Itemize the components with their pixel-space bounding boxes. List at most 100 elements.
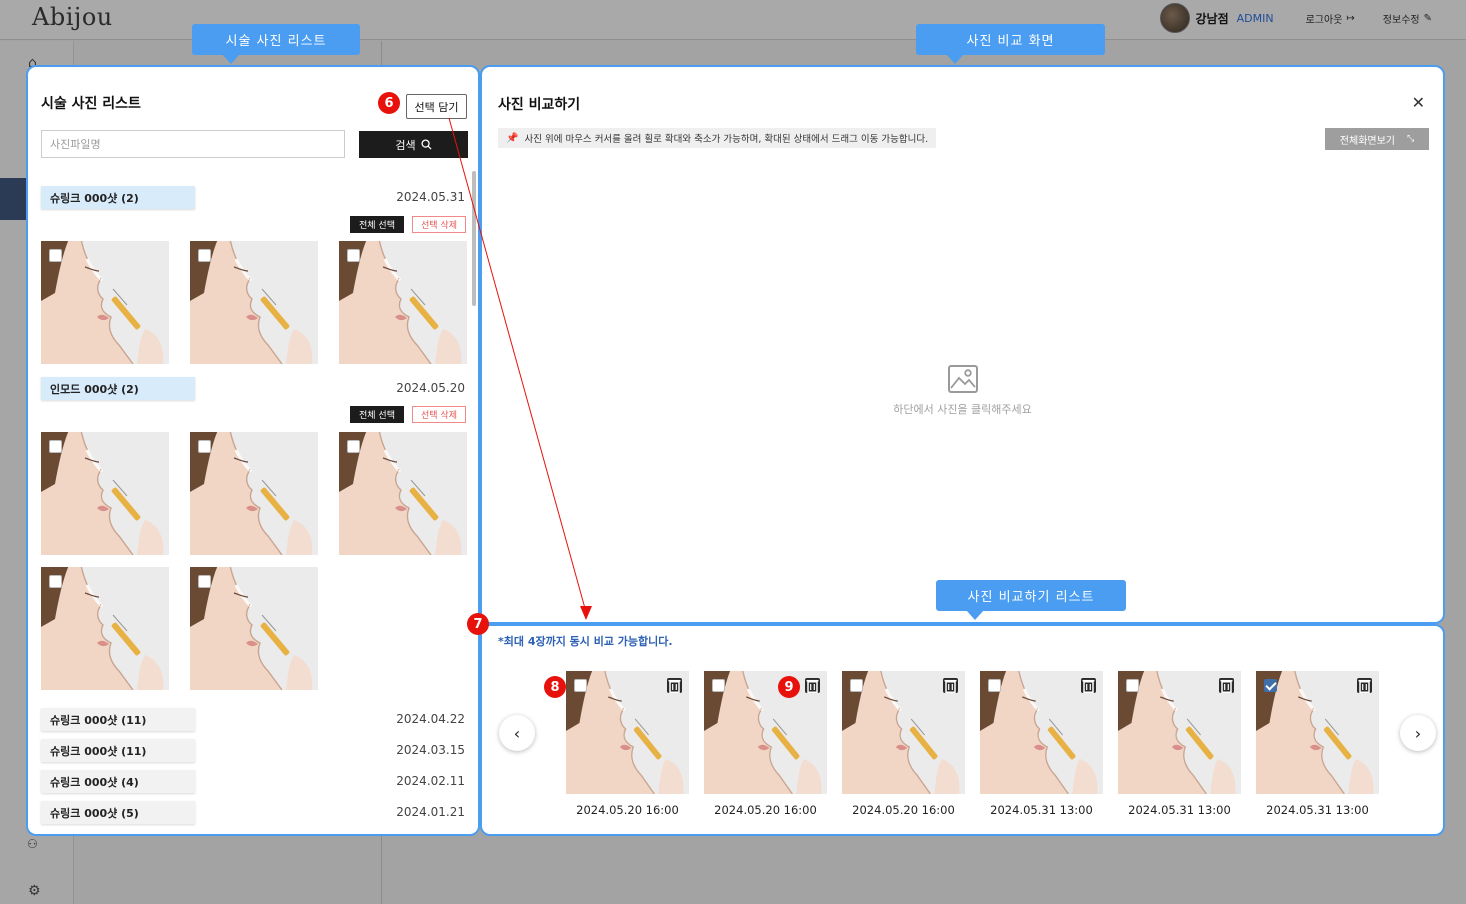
compare-list-item[interactable]: 2024.05.20 16:00 — [842, 671, 965, 817]
search-button[interactable]: 검색 — [359, 131, 468, 158]
branch-name: 강남점 — [1195, 11, 1229, 26]
photo-thumbnail[interactable] — [190, 241, 318, 364]
compare-list-item[interactable]: 2024.05.31 13:00 — [1118, 671, 1241, 817]
compare-checkbox[interactable] — [712, 679, 725, 692]
zoom-hint-text: 사진 위에 마우스 커서를 올려 휠로 확대와 축소가 가능하며, 확대된 상태… — [524, 134, 929, 145]
compare-panel: 사진 비교하기 ✕ 📌 사진 위에 마우스 커서를 올려 휠로 확대와 축소가 … — [480, 65, 1445, 624]
logout-link[interactable]: 로그아웃 ↦ — [1306, 11, 1355, 26]
logout-label: 로그아웃 — [1305, 14, 1343, 26]
image-icon — [947, 365, 978, 393]
chevron-left-icon[interactable]: ‹ — [499, 715, 535, 751]
photo-thumbnail[interactable] — [41, 432, 169, 555]
compare-list-item[interactable]: 2024.05.31 13:00 — [1256, 671, 1379, 817]
user-area: 강남점 ADMIN 로그아웃 ↦ 정보수정 ✎ — [1159, 3, 1447, 33]
pencil-icon: ✎ — [1423, 12, 1432, 24]
photo-checkbox[interactable] — [347, 440, 360, 453]
marker-7: 7 — [467, 613, 489, 635]
delete-selected-button[interactable]: 선택 삭제 — [412, 406, 466, 423]
compare-thumbnail[interactable] — [1118, 671, 1241, 794]
photo-checkbox[interactable] — [347, 249, 360, 262]
trash-icon[interactable] — [1081, 678, 1096, 693]
max-compare-note: *최대 4장까지 동시 비교 가능합니다. — [498, 635, 673, 648]
photo-list-panel: 시술 사진 리스트 선택 담기 검색 슈링크 000샷 (2) 2024.05.… — [26, 65, 480, 836]
marker-8: 8 — [544, 676, 566, 698]
user-role: ADMIN — [1236, 11, 1274, 25]
compare-checkbox[interactable] — [574, 679, 587, 692]
zoom-hint: 📌 사진 위에 마우스 커서를 올려 휠로 확대와 축소가 가능하며, 확대된 … — [498, 128, 937, 148]
fullscreen-button[interactable]: 전체화면보기 ⤡ — [1325, 128, 1429, 150]
compare-item-date: 2024.05.31 13:00 — [1266, 803, 1369, 817]
chevron-right-icon[interactable]: › — [1400, 715, 1436, 751]
trash-icon[interactable] — [1357, 678, 1372, 693]
compare-checkbox[interactable] — [850, 679, 863, 692]
callout-compare-list: 사진 비교하기 리스트 — [936, 580, 1126, 620]
search-icon — [421, 139, 432, 150]
compare-checkbox[interactable] — [1264, 679, 1277, 692]
compare-thumbnail[interactable] — [704, 671, 827, 794]
group-date: 2024.05.20 — [396, 381, 465, 395]
photo-thumbnail[interactable] — [41, 241, 169, 364]
group-date: 2024.03.15 — [396, 743, 465, 757]
avatar[interactable] — [1159, 3, 1190, 33]
photo-checkbox[interactable] — [198, 575, 211, 588]
group-tag[interactable]: 슈링크 000샷 (4) — [41, 770, 195, 793]
photo-thumbnail[interactable] — [339, 241, 467, 364]
group-tag[interactable]: 슈링크 000샷 (2) — [41, 186, 195, 209]
photo-thumbnail[interactable] — [41, 567, 169, 690]
photo-checkbox[interactable] — [198, 249, 211, 262]
compare-thumbnail[interactable] — [842, 671, 965, 794]
close-icon[interactable]: ✕ — [1412, 93, 1425, 112]
pin-icon: 📌 — [506, 132, 519, 144]
group-tag[interactable]: 슈링크 000샷 (11) — [41, 739, 195, 762]
gear-icon[interactable]: ⚙ — [28, 883, 41, 899]
compare-thumbnail[interactable] — [980, 671, 1103, 794]
group-tag[interactable]: 슈링크 000샷 (11) — [41, 708, 195, 731]
group-tag[interactable]: 인모드 000샷 (2) — [41, 377, 195, 400]
edit-info-link[interactable]: 정보수정 ✎ — [1383, 11, 1432, 26]
group-date: 2024.02.11 — [396, 774, 465, 788]
users-icon[interactable]: ⚇ — [27, 837, 38, 851]
logout-icon: ↦ — [1346, 12, 1355, 24]
callout-photo-list: 시술 사진 리스트 — [192, 24, 360, 64]
empty-state: 하단에서 사진을 클릭해주세요 — [482, 363, 1443, 417]
photo-thumbnail[interactable] — [339, 432, 467, 555]
compare-list-item[interactable]: 2024.05.31 13:00 — [980, 671, 1103, 817]
group-tag[interactable]: 슈링크 000샷 (5) — [41, 801, 195, 824]
photo-checkbox[interactable] — [198, 440, 211, 453]
trash-icon[interactable] — [805, 678, 820, 693]
group-date: 2024.01.21 — [396, 805, 465, 819]
scrollbar-thumb[interactable] — [472, 171, 476, 306]
search-label: 검색 — [395, 138, 416, 152]
compare-list-item[interactable]: 2024.05.20 16:00 — [704, 671, 827, 817]
callout-compare: 사진 비교 화면 — [916, 24, 1105, 64]
compare-thumbnail[interactable] — [1256, 671, 1379, 794]
compare-item-date: 2024.05.31 13:00 — [1128, 803, 1231, 817]
compare-list-item[interactable]: 2024.05.20 16:00 — [566, 671, 689, 817]
trash-icon[interactable] — [1219, 678, 1234, 693]
photo-checkbox[interactable] — [49, 249, 62, 262]
trash-icon[interactable] — [667, 678, 682, 693]
empty-text: 하단에서 사진을 클릭해주세요 — [893, 403, 1032, 416]
compare-list-panel: *최대 4장까지 동시 비교 가능합니다. ‹ › 2024.05.20 16:… — [480, 624, 1445, 836]
search-input[interactable] — [41, 130, 345, 158]
select-all-button[interactable]: 전체 선택 — [350, 406, 404, 423]
select-all-button[interactable]: 전체 선택 — [350, 216, 404, 233]
compare-item-date: 2024.05.20 16:00 — [576, 803, 679, 817]
photo-checkbox[interactable] — [49, 575, 62, 588]
pick-selected-button[interactable]: 선택 담기 — [406, 94, 467, 119]
expand-icon: ⤡ — [1407, 134, 1415, 144]
marker-9: 9 — [778, 676, 800, 698]
sidebar-active-item[interactable] — [0, 178, 26, 220]
photo-checkbox[interactable] — [49, 440, 62, 453]
compare-checkbox[interactable] — [988, 679, 1001, 692]
group-date: 2024.04.22 — [396, 712, 465, 726]
compare-checkbox[interactable] — [1126, 679, 1139, 692]
photo-thumbnail[interactable] — [190, 432, 318, 555]
trash-icon[interactable] — [943, 678, 958, 693]
compare-thumbnail[interactable] — [566, 671, 689, 794]
group-date: 2024.05.31 — [396, 190, 465, 204]
compare-item-date: 2024.05.20 16:00 — [852, 803, 955, 817]
photo-thumbnail[interactable] — [190, 567, 318, 690]
app-logo[interactable]: Abijou — [32, 3, 113, 31]
delete-selected-button[interactable]: 선택 삭제 — [412, 216, 466, 233]
